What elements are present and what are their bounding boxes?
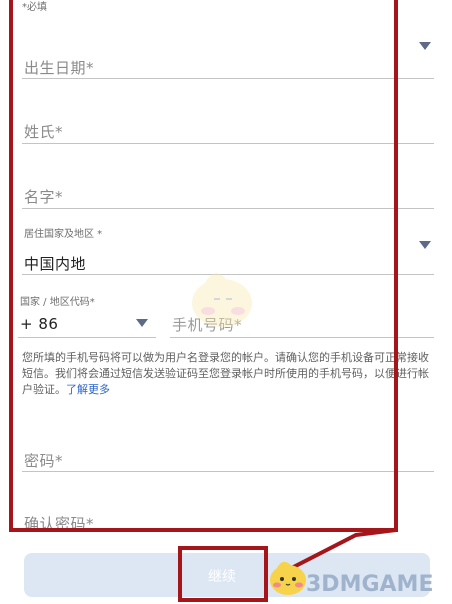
mascot-icon	[270, 561, 306, 595]
brand-watermark: 3DMGAME	[306, 572, 434, 597]
mascot-icon	[192, 273, 252, 327]
